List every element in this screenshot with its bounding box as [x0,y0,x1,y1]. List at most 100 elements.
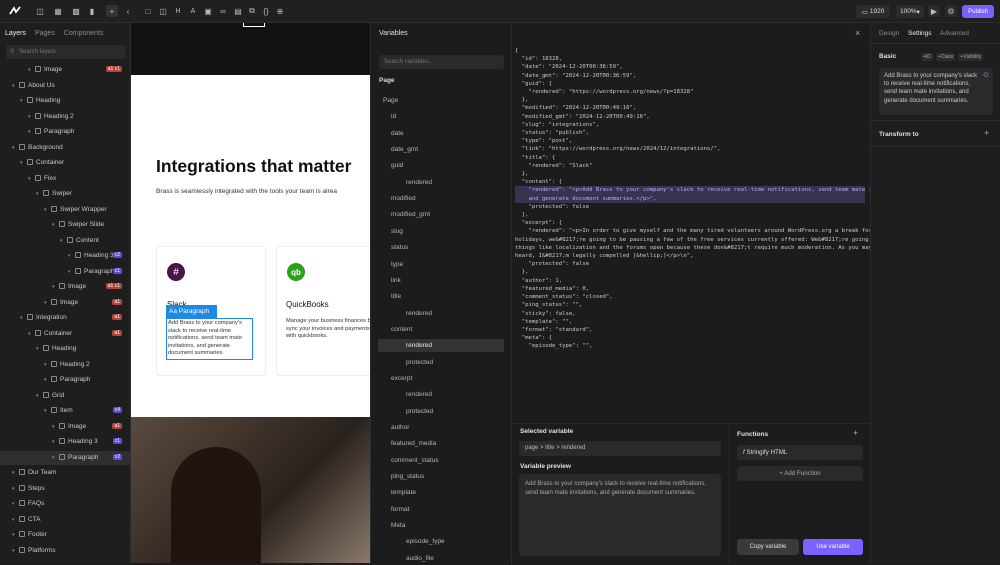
layer-row[interactable]: ▾ FAQs [0,497,130,511]
variable-item[interactable]: ping_status [378,470,504,483]
slack-card[interactable]: # Slack Add Brass to your company's slac… [156,246,266,376]
box-icon[interactable]: □ [142,5,154,17]
variable-item[interactable]: Meta [378,519,504,532]
add-function-plus-icon[interactable]: + [853,428,858,438]
chevron-down-icon[interactable]: ▾ [28,331,34,337]
variable-item[interactable]: title [378,290,504,303]
chevron-down-icon[interactable]: ▾ [12,548,18,554]
layer-row[interactable]: ▾ Footer [0,528,130,542]
gear-icon[interactable]: ⚙ [945,5,957,17]
chevron-down-icon[interactable]: ▾ [44,362,50,368]
variable-item[interactable]: comment_status [378,454,504,467]
layer-row[interactable]: ▾ Paragraph c1 [0,265,130,279]
use-variable-button[interactable]: Use variable [803,539,863,555]
layer-row[interactable]: ▾ Our Team [0,466,130,480]
play-icon[interactable]: ▶ [928,5,940,17]
class-chip[interactable]: +Class [935,53,956,61]
chevron-down-icon[interactable]: ▾ [44,408,50,414]
chevron-down-icon[interactable]: ▾ [52,424,58,430]
columns-icon[interactable]: ◫ [157,5,169,17]
search-layers-input[interactable]: ⚲ Search layers [6,45,125,59]
variable-item[interactable]: format [378,503,504,516]
slack-paragraph-selected[interactable]: Add Brass to your company's slack to rec… [166,318,253,360]
bookmark-icon[interactable]: ▮ [86,5,98,17]
variable-item[interactable]: rendered [378,388,504,401]
layer-row[interactable]: ▾ Steps [0,482,130,496]
integrations-heading[interactable]: Integrations that matter [156,156,351,177]
variable-item[interactable]: episode_type [378,535,504,548]
layer-row[interactable]: ▾ Heading 3 c1 [0,435,130,449]
close-icon[interactable]: × [855,28,860,38]
chevron-down-icon[interactable]: ▾ [28,176,34,182]
layer-row[interactable]: ▾ Heading 2 [0,110,130,124]
chevron-down-icon[interactable]: ▾ [68,269,74,275]
layer-row[interactable]: ▾ Paragraph [0,125,130,139]
chevron-down-icon[interactable]: ▾ [52,284,58,290]
chevron-down-icon[interactable]: ▾ [12,486,18,492]
visibility-chip[interactable]: +Visibility [958,53,984,61]
layer-row[interactable]: ▾ Image a1 c1 [0,280,130,294]
chevron-down-icon[interactable]: ▾ [36,346,42,352]
chevron-down-icon[interactable]: ▾ [60,238,66,244]
variable-item[interactable]: protected [378,356,504,369]
image-icon[interactable]: ▣ [202,5,214,17]
input-icon[interactable]: ▤ [232,5,244,17]
layer-row[interactable]: ▾ Heading [0,342,130,356]
layer-row[interactable]: ▾ Image a1 [0,420,130,434]
tab-advanced[interactable]: Advanced [940,30,969,37]
chevron-down-icon[interactable]: ▾ [36,393,42,399]
chevron-down-icon[interactable]: ▾ [12,517,18,523]
layer-row[interactable]: ▾ Image a1 [0,296,130,310]
function-item[interactable]: f Stringify HTML [737,445,863,460]
paragraph-text-field[interactable]: Add Brass to your company's slack to rec… [879,68,993,115]
transform-add-icon[interactable]: + [984,128,989,138]
variable-item[interactable]: date [378,127,504,140]
add-function-button[interactable]: + Add Function [737,466,863,481]
id-chip[interactable]: +ID [921,53,933,61]
variable-item[interactable]: type [378,258,504,271]
breakpoint-width[interactable]: ▭ 1920 [856,5,890,18]
layer-row[interactable]: ▾ Platforms [0,544,130,558]
chevron-down-icon[interactable]: ▾ [20,98,26,104]
variable-item[interactable]: rendered [378,307,504,320]
variable-item[interactable]: date_gmt [378,143,504,156]
target-icon[interactable]: ⊕ [274,5,286,17]
grid-icon[interactable]: ▩ [70,5,82,17]
variable-item[interactable]: id [378,110,504,123]
chevron-down-icon[interactable]: ▾ [52,439,58,445]
variable-item[interactable]: template [378,486,504,499]
variable-item[interactable]: guid [378,159,504,172]
layer-row[interactable]: ▾ Swiper Slide [0,218,130,232]
zoom-select[interactable]: 100% ▾ [896,5,924,18]
chevron-down-icon[interactable]: ▾ [28,129,34,135]
chevron-down-icon[interactable]: ▾ [52,222,58,228]
layer-row[interactable]: ▾ Heading [0,94,130,108]
chevron-down-icon[interactable]: ▾ [20,315,26,321]
layout-icon[interactable]: ▦ [52,5,64,17]
variable-item[interactable]: rendered [378,339,504,353]
chevron-down-icon[interactable]: ▾ [52,455,58,461]
publish-button[interactable]: Publish [962,5,994,18]
text-icon[interactable]: A [187,5,199,17]
variable-item[interactable]: link [378,274,504,287]
tab-layers[interactable]: Layers [5,30,26,37]
tab-settings[interactable]: Settings [908,30,932,37]
chevron-down-icon[interactable]: ▾ [44,377,50,383]
variable-item[interactable]: excerpt [378,372,504,385]
heading-icon[interactable]: H [172,5,184,17]
chevron-down-icon[interactable]: ▾ [36,191,42,197]
chevron-left-icon[interactable]: ‹ [122,5,134,17]
chevron-down-icon[interactable]: ▾ [12,501,18,507]
layer-row[interactable]: ▾ Swiper [0,187,130,201]
variable-item[interactable]: status [378,241,504,254]
layer-row[interactable]: ▾ Flex [0,172,130,186]
chevron-down-icon[interactable]: ▾ [12,145,18,151]
layer-row[interactable]: ▾ Heading 2 [0,358,130,372]
tab-components[interactable]: Components [64,30,104,37]
variable-item[interactable]: Page [378,94,504,107]
variable-item[interactable]: featured_media [378,437,504,450]
canvas-preview[interactable]: Integrations that matter Brass is seamle… [131,23,370,563]
component-icon[interactable]: ⧉ [246,5,258,17]
tab-pages[interactable]: Pages [35,30,55,37]
layer-row[interactable]: ▾ Integration a1 [0,311,130,325]
